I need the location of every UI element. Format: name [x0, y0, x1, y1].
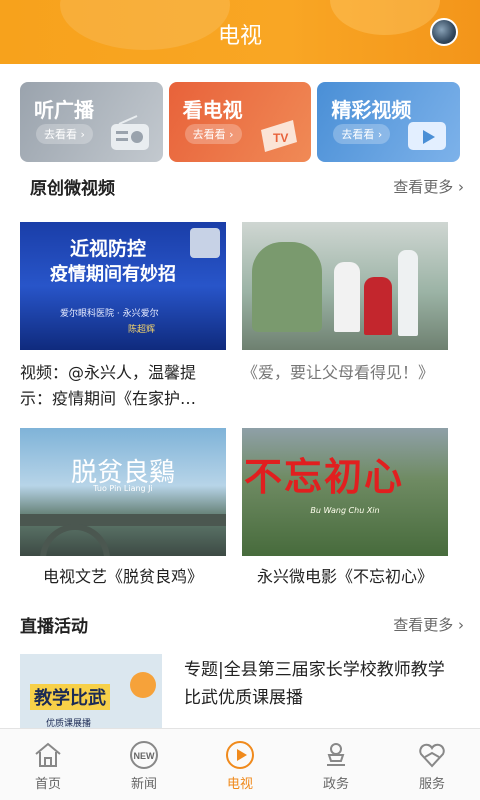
svg-text:TV: TV [273, 131, 288, 145]
thumbnail-text: 不忘初心 [244, 454, 405, 499]
video-title[interactable]: 电视文艺《脱贫良鸡》 [20, 564, 226, 590]
page-title: 电视 [217, 24, 262, 49]
home-icon [35, 742, 61, 767]
video-thumbnail[interactable]: 脱贫良鷄 Tuo Pin Liang Ji [20, 428, 226, 556]
card-watch-tv[interactable]: 看电视 去看看 › TV [168, 82, 312, 162]
presenter-image [190, 228, 220, 258]
original-videos-header: 原创微视频 查看更多 › [20, 172, 464, 199]
nav-item-home[interactable]: 首页 [0, 729, 96, 800]
nav-item-news[interactable]: NEW 新闻 [96, 729, 192, 800]
video-card[interactable]: 《爱，要让父母看得见！》 [242, 222, 448, 386]
avatar[interactable] [430, 18, 458, 46]
nav-label: 新闻 [130, 777, 157, 792]
thumbnail-text: Bu Wang Chu Xin [310, 506, 380, 515]
top-bar: 电视 [0, 0, 480, 64]
service-icon [419, 743, 445, 768]
svg-text:NEW: NEW [134, 751, 156, 761]
go-see-button[interactable]: 去看看 › [36, 124, 93, 144]
go-see-button[interactable]: 去看看 › [333, 124, 391, 144]
news-icon: NEW [130, 741, 158, 769]
card-great-videos[interactable]: 精彩视频 去看看 › [317, 82, 461, 162]
quick-entry-cards: 听广播 去看看 › 看电视 去看看 › TV 精彩视频 去看看 › [20, 82, 461, 162]
live-thumbnail[interactable]: 教学比武 优质课展播 [20, 654, 162, 728]
thumbnail-scene [252, 242, 322, 332]
nav-label: 首页 [34, 777, 61, 792]
live-activities-header: 直播活动 查看更多 › [20, 610, 464, 637]
bottom-navigation: 首页 NEW 新闻 电视 政务 服务 [0, 728, 480, 800]
video-title[interactable]: 视频：@永兴人，温馨提示：疫情期间《在家护… [20, 360, 226, 412]
thumbnail-text: 陈超辉 [128, 325, 156, 335]
nav-item-service[interactable]: 服务 [384, 729, 480, 800]
thumbnail-text: Tuo Pin Liang Ji [93, 484, 153, 493]
section-title: 直播活动 [20, 617, 88, 637]
card-listen-radio[interactable]: 听广播 去看看 › [20, 82, 163, 162]
thumbnail-scene [20, 514, 226, 526]
card-label: 看电视 [182, 98, 243, 122]
video-thumbnail[interactable]: 不忘初心 Bu Wang Chu Xin [242, 428, 448, 556]
video-card[interactable]: 不忘初心 Bu Wang Chu Xin 永兴微电影《不忘初心》 [242, 428, 448, 590]
video-thumbnail[interactable] [242, 222, 448, 350]
nav-item-government[interactable]: 政务 [288, 729, 384, 800]
government-icon [327, 743, 345, 766]
section-title: 原创微视频 [30, 179, 115, 199]
video-card[interactable]: 近视防控 疫情期间有妙招 爱尔眼科医院 · 永兴爱尔 陈超辉 视频：@永兴人，温… [20, 222, 226, 412]
radio-icon [110, 115, 149, 150]
nav-label: 电视 [226, 777, 253, 792]
thumbnail-scene [398, 250, 418, 336]
video-thumbnail[interactable]: 近视防控 疫情期间有妙招 爱尔眼科医院 · 永兴爱尔 陈超辉 [20, 222, 226, 350]
thumbnail-text: 优质课展播 [46, 719, 92, 728]
play-icon [408, 122, 447, 150]
go-see-button[interactable]: 去看看 › [184, 124, 242, 144]
video-title[interactable]: 《爱，要让父母看得见！》 [242, 360, 448, 386]
card-label: 精彩视频 [331, 98, 412, 122]
tv-play-icon [226, 741, 254, 769]
nav-label: 服务 [418, 777, 445, 792]
nav-item-tv[interactable]: 电视 [192, 729, 288, 800]
thumbnail-scene [40, 524, 110, 556]
live-title[interactable]: 专题|全县第三届家长学校教师教学比武优质课展播 [184, 656, 460, 712]
card-label: 听广播 [34, 98, 94, 122]
thumbnail-scene [364, 277, 392, 335]
video-title[interactable]: 永兴微电影《不忘初心》 [242, 564, 448, 590]
thumbnail-decoration [130, 672, 156, 698]
live-item[interactable]: 教学比武 优质课展播 专题|全县第三届家长学校教师教学比武优质课展播 [20, 654, 460, 728]
view-more-link[interactable]: 查看更多 › [393, 614, 464, 635]
thumbnail-text: 爱尔眼科医院 · 永兴爱尔 [60, 309, 159, 319]
thumbnail-text: 疫情期间有妙招 [50, 264, 176, 285]
thumbnail-text: 近视防控 [70, 238, 147, 260]
tv-icon: TV [261, 120, 298, 152]
video-card[interactable]: 脱贫良鷄 Tuo Pin Liang Ji 电视文艺《脱贫良鸡》 [20, 428, 226, 590]
thumbnail-text: 教学比武 [30, 684, 110, 710]
nav-label: 政务 [322, 777, 349, 792]
view-more-link[interactable]: 查看更多 › [393, 176, 464, 197]
thumbnail-scene [334, 262, 360, 332]
